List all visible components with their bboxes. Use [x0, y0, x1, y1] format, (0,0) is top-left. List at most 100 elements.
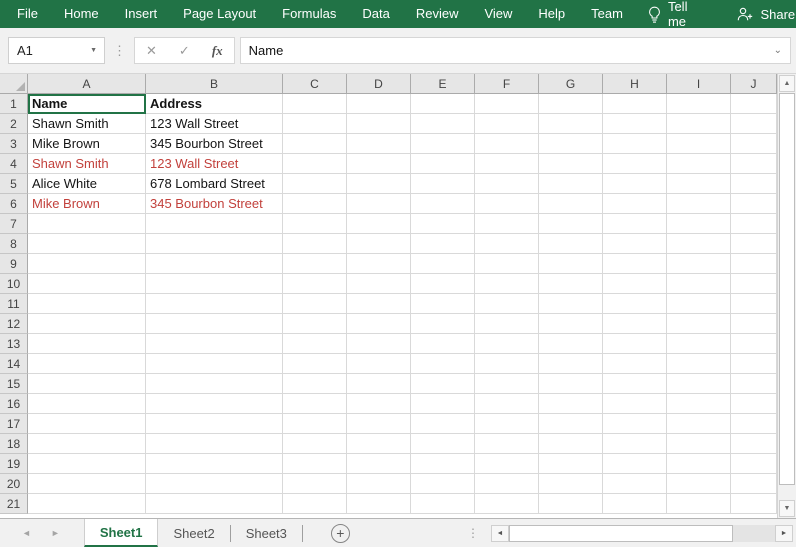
cell-E16[interactable] — [411, 394, 475, 414]
cell-H20[interactable] — [603, 474, 667, 494]
cell-I9[interactable] — [667, 254, 731, 274]
tell-me-button[interactable]: Tell me — [636, 0, 700, 29]
cell-H10[interactable] — [603, 274, 667, 294]
cell-F8[interactable] — [475, 234, 539, 254]
cell-F12[interactable] — [475, 314, 539, 334]
cell-D9[interactable] — [347, 254, 411, 274]
column-header-H[interactable]: H — [603, 74, 667, 94]
cell-F9[interactable] — [475, 254, 539, 274]
cell-F5[interactable] — [475, 174, 539, 194]
cell-G6[interactable] — [539, 194, 603, 214]
cell-G20[interactable] — [539, 474, 603, 494]
cell-J21[interactable] — [731, 494, 777, 514]
cell-D14[interactable] — [347, 354, 411, 374]
cell-C14[interactable] — [283, 354, 347, 374]
enter-button[interactable]: ✓ — [168, 43, 201, 59]
cell-G4[interactable] — [539, 154, 603, 174]
row-header-7[interactable]: 7 — [0, 214, 28, 234]
ribbon-tab-team[interactable]: Team — [578, 0, 636, 28]
cell-B9[interactable] — [146, 254, 283, 274]
cell-H12[interactable] — [603, 314, 667, 334]
cell-B17[interactable] — [146, 414, 283, 434]
cell-I17[interactable] — [667, 414, 731, 434]
column-header-C[interactable]: C — [283, 74, 347, 94]
cell-G21[interactable] — [539, 494, 603, 514]
row-header-21[interactable]: 21 — [0, 494, 28, 514]
cell-B1[interactable]: Address — [146, 94, 283, 114]
prev-sheet-icon[interactable]: ◄ — [22, 519, 31, 547]
row-header-17[interactable]: 17 — [0, 414, 28, 434]
cell-D21[interactable] — [347, 494, 411, 514]
cell-I12[interactable] — [667, 314, 731, 334]
ribbon-tab-insert[interactable]: Insert — [112, 0, 171, 28]
row-header-20[interactable]: 20 — [0, 474, 28, 494]
cell-D11[interactable] — [347, 294, 411, 314]
cell-A5[interactable]: Alice White — [28, 174, 146, 194]
cell-C1[interactable] — [283, 94, 347, 114]
next-sheet-icon[interactable]: ► — [51, 519, 60, 547]
cell-F1[interactable] — [475, 94, 539, 114]
cell-A6[interactable]: Mike Brown — [28, 194, 146, 214]
cell-H11[interactable] — [603, 294, 667, 314]
cell-C16[interactable] — [283, 394, 347, 414]
cell-J8[interactable] — [731, 234, 777, 254]
scroll-right-icon[interactable]: ► — [775, 524, 793, 542]
cell-G11[interactable] — [539, 294, 603, 314]
cell-H18[interactable] — [603, 434, 667, 454]
cell-G3[interactable] — [539, 134, 603, 154]
cell-J1[interactable] — [731, 94, 777, 114]
cell-I19[interactable] — [667, 454, 731, 474]
column-header-B[interactable]: B — [146, 74, 283, 94]
cell-F3[interactable] — [475, 134, 539, 154]
cell-A12[interactable] — [28, 314, 146, 334]
cell-I6[interactable] — [667, 194, 731, 214]
cell-B12[interactable] — [146, 314, 283, 334]
cell-H2[interactable] — [603, 114, 667, 134]
cell-J11[interactable] — [731, 294, 777, 314]
cell-A21[interactable] — [28, 494, 146, 514]
cell-J6[interactable] — [731, 194, 777, 214]
cell-J3[interactable] — [731, 134, 777, 154]
ribbon-tab-file[interactable]: File — [4, 0, 51, 28]
cell-C20[interactable] — [283, 474, 347, 494]
column-header-D[interactable]: D — [347, 74, 411, 94]
column-header-J[interactable]: J — [731, 74, 777, 94]
ribbon-tab-view[interactable]: View — [471, 0, 525, 28]
cell-C10[interactable] — [283, 274, 347, 294]
cell-D16[interactable] — [347, 394, 411, 414]
cell-E14[interactable] — [411, 354, 475, 374]
cell-E6[interactable] — [411, 194, 475, 214]
cell-J17[interactable] — [731, 414, 777, 434]
row-header-13[interactable]: 13 — [0, 334, 28, 354]
new-sheet-button[interactable]: + — [330, 523, 350, 543]
cell-F4[interactable] — [475, 154, 539, 174]
row-header-16[interactable]: 16 — [0, 394, 28, 414]
name-box-dropdown-icon[interactable]: ▼ — [90, 47, 104, 54]
share-button[interactable]: Share — [725, 7, 796, 22]
cell-A15[interactable] — [28, 374, 146, 394]
cell-B5[interactable]: 678 Lombard Street — [146, 174, 283, 194]
cell-J9[interactable] — [731, 254, 777, 274]
ribbon-tab-home[interactable]: Home — [51, 0, 112, 28]
cell-C19[interactable] — [283, 454, 347, 474]
cell-J4[interactable] — [731, 154, 777, 174]
row-header-1[interactable]: 1 — [0, 94, 28, 114]
cell-I13[interactable] — [667, 334, 731, 354]
row-header-15[interactable]: 15 — [0, 374, 28, 394]
expand-formula-bar-icon[interactable]: ⌄ — [774, 45, 790, 56]
cell-B19[interactable] — [146, 454, 283, 474]
cell-E10[interactable] — [411, 274, 475, 294]
cell-I15[interactable] — [667, 374, 731, 394]
cell-B7[interactable] — [146, 214, 283, 234]
cell-C11[interactable] — [283, 294, 347, 314]
cell-G13[interactable] — [539, 334, 603, 354]
insert-function-button[interactable]: fx — [201, 43, 234, 59]
cell-J18[interactable] — [731, 434, 777, 454]
cell-H4[interactable] — [603, 154, 667, 174]
cell-G8[interactable] — [539, 234, 603, 254]
cell-J19[interactable] — [731, 454, 777, 474]
column-header-E[interactable]: E — [411, 74, 475, 94]
cell-H21[interactable] — [603, 494, 667, 514]
cell-E4[interactable] — [411, 154, 475, 174]
name-box[interactable]: A1 ▼ — [8, 37, 105, 64]
